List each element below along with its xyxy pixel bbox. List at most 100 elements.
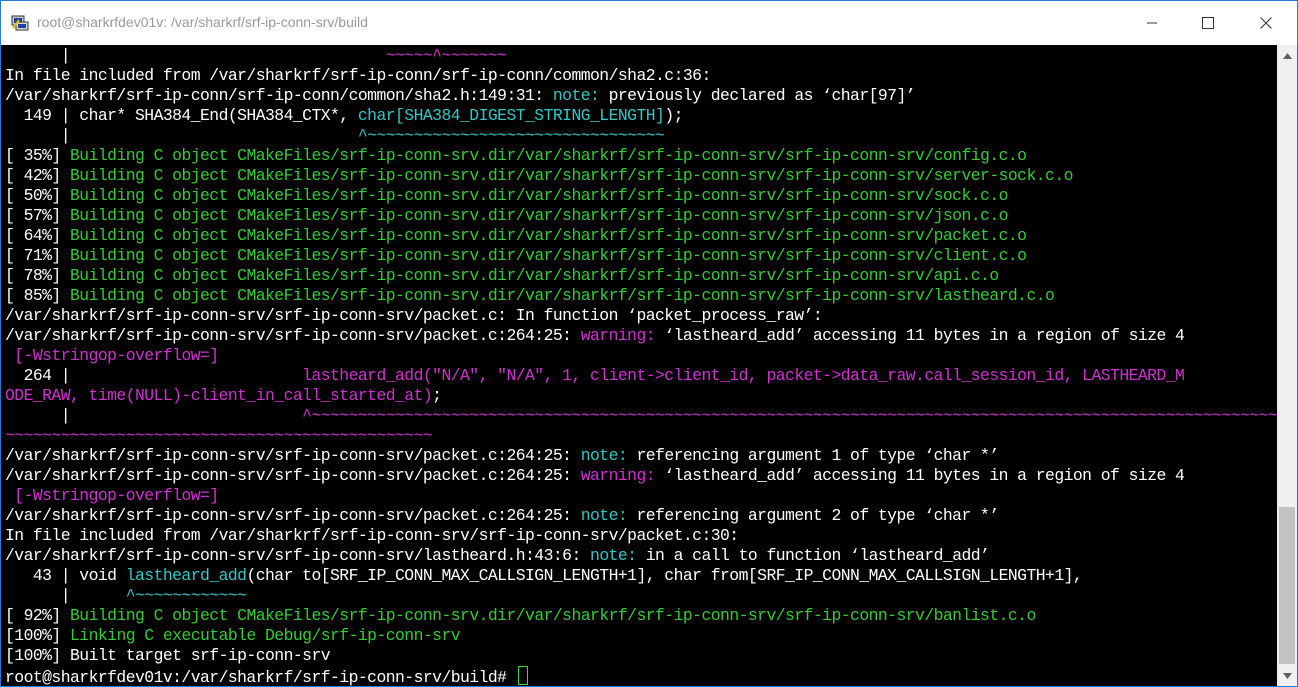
terminal-line: | ^~~~~~~~~~~~~: [5, 586, 1277, 606]
maximize-button[interactable]: [1179, 1, 1237, 45]
maximize-icon: [1202, 17, 1214, 29]
terminal-text: ‘lastheard_add’ accessing 11 bytes in a …: [655, 326, 1185, 345]
terminal-text: [ 85%]: [5, 286, 71, 305]
terminal-text: root@sharkrfdev01v:/var/sharkrf/srf-ip-c…: [5, 668, 516, 686]
terminal-text: note:: [552, 86, 600, 105]
terminal-text: [ 35%]: [5, 146, 71, 165]
terminal-text: lastheard_add: [125, 566, 247, 585]
terminal-text: previously declared as ‘char[97]’: [599, 86, 916, 105]
terminal-text: [ 71%]: [5, 246, 71, 265]
terminal-text: warning:: [580, 326, 656, 345]
terminal-text: /var/sharkrf/srf-ip-conn-srv/srf-ip-conn…: [5, 326, 581, 345]
terminal-text: [-Wstringop-overflow=]: [14, 486, 219, 505]
terminal-text: ^~~~~~~~~~~~~~~~~~~~~~~~~~~~~~~~~~~~~~~~…: [302, 406, 1277, 425]
terminal-line: | ~~~~~^~~~~~~~: [5, 46, 1277, 66]
terminal-text: char[SHA384_DIGEST_STRING_LENGTH]: [357, 106, 665, 125]
terminal-line: [ 50%] Building C object CMakeFiles/srf-…: [5, 186, 1277, 206]
scroll-up-arrow-icon[interactable]: [1277, 47, 1297, 64]
terminal-line: [-Wstringop-overflow=]: [5, 346, 1277, 366]
terminal-line: [ 64%] Building C object CMakeFiles/srf-…: [5, 226, 1277, 246]
vertical-scrollbar[interactable]: [1277, 45, 1297, 686]
terminal-text: |: [5, 46, 386, 65]
terminal-text: [ 78%]: [5, 266, 71, 285]
terminal-line: [100%] Linking C executable Debug/srf-ip…: [5, 626, 1277, 646]
terminal-text: Building C object CMakeFiles/srf-ip-conn…: [70, 226, 1027, 245]
terminal-text: |: [5, 406, 303, 425]
terminal-text: In file included from /var/sharkrf/srf-i…: [5, 66, 711, 85]
minimize-button[interactable]: [1123, 1, 1181, 45]
terminal-line: ~~~~~~~~~~~~~~~~~~~~~~~~~~~~~~~~~~~~~~~~…: [5, 426, 1277, 446]
terminal-text: /var/sharkrf/srf-ip-conn-srv/srf-ip-conn…: [5, 506, 581, 525]
terminal-line: /var/sharkrf/srf-ip-conn/srf-ip-conn/com…: [5, 86, 1277, 106]
putty-icon[interactable]: [11, 15, 29, 31]
terminal-line: [ 42%] Building C object CMakeFiles/srf-…: [5, 166, 1277, 186]
terminal-text: [ 57%]: [5, 206, 71, 225]
scroll-down-arrow-icon[interactable]: [1277, 667, 1297, 684]
terminal-text: Building C object CMakeFiles/srf-ip-conn…: [70, 166, 1073, 185]
terminal-text: ODE_RAW, time(NULL)-client_in_call_start…: [5, 386, 433, 405]
terminal-line: [ 78%] Building C object CMakeFiles/srf-…: [5, 266, 1277, 286]
terminal-text: ;: [432, 386, 442, 405]
terminal-line: ODE_RAW, time(NULL)-client_in_call_start…: [5, 386, 1277, 406]
terminal-text: Linking C executable Debug/srf-ip-conn-s…: [70, 626, 461, 645]
terminal-line: [-Wstringop-overflow=]: [5, 486, 1277, 506]
window-title: root@sharkrfdev01v: /var/sharkrf/srf-ip-…: [37, 14, 368, 30]
terminal-line: /var/sharkrf/srf-ip-conn-srv/srf-ip-conn…: [5, 326, 1277, 346]
minimize-icon: [1147, 22, 1157, 24]
terminal-line: /var/sharkrf/srf-ip-conn-srv/srf-ip-conn…: [5, 306, 1277, 326]
terminal-text: Building C object CMakeFiles/srf-ip-conn…: [70, 266, 999, 285]
terminal-window: root@sharkrfdev01v: /var/sharkrf/srf-ip-…: [0, 0, 1298, 687]
terminal-text: 149 | char* SHA384_End(SHA384_CTX*,: [5, 106, 358, 125]
terminal-line: /var/sharkrf/srf-ip-conn-srv/srf-ip-conn…: [5, 506, 1277, 526]
terminal-text: [100%] Built target srf-ip-conn-srv: [5, 646, 331, 665]
terminal-line: [ 92%] Building C object CMakeFiles/srf-…: [5, 606, 1277, 626]
terminal-output[interactable]: | ~~~~~^~~~~~~~ In file included from /va…: [1, 45, 1277, 686]
terminal-cursor: [517, 666, 528, 685]
close-button[interactable]: [1237, 1, 1295, 45]
terminal-text: |: [5, 586, 126, 605]
terminal-line: [ 85%] Building C object CMakeFiles/srf-…: [5, 286, 1277, 306]
terminal-text: Building C object CMakeFiles/srf-ip-conn…: [70, 606, 1036, 625]
terminal-text: [ 64%]: [5, 226, 71, 245]
terminal-text: [ 92%]: [5, 606, 71, 625]
terminal-text: /var/sharkrf/srf-ip-conn-srv/srf-ip-conn…: [5, 306, 823, 325]
terminal-text: 43 | void: [5, 566, 126, 585]
terminal-text: [ 42%]: [5, 166, 71, 185]
terminal-line: /var/sharkrf/srf-ip-conn-srv/srf-ip-conn…: [5, 466, 1277, 486]
terminal-text: note:: [580, 506, 628, 525]
terminal-text: [-Wstringop-overflow=]: [14, 346, 219, 365]
terminal-line: [ 35%] Building C object CMakeFiles/srf-…: [5, 146, 1277, 166]
terminal-text: Building C object CMakeFiles/srf-ip-conn…: [70, 186, 1008, 205]
terminal-text: In file included from /var/sharkrf/srf-i…: [5, 526, 739, 545]
terminal-text: ~~~~~~~~~~~~~~~~~~~~~~~~~~~~~~~~~~~~~~~~…: [5, 426, 433, 445]
terminal-text: Building C object CMakeFiles/srf-ip-conn…: [70, 286, 1055, 305]
terminal-line: In file included from /var/sharkrf/srf-i…: [5, 526, 1277, 546]
terminal-text: note:: [590, 546, 637, 565]
terminal-line: [ 57%] Building C object CMakeFiles/srf-…: [5, 206, 1277, 226]
terminal-text: /var/sharkrf/srf-ip-conn-srv/srf-ip-conn…: [5, 446, 581, 465]
terminal-text: /var/sharkrf/srf-ip-conn/srf-ip-conn/com…: [5, 86, 553, 105]
title-bar[interactable]: root@sharkrfdev01v: /var/sharkrf/srf-ip-…: [1, 1, 1297, 45]
scrollbar-thumb[interactable]: [1279, 507, 1295, 664]
terminal-text: Building C object CMakeFiles/srf-ip-conn…: [70, 246, 1027, 265]
terminal-text: ~~~~~^~~~~~~~: [385, 46, 507, 65]
terminal-line: [100%] Built target srf-ip-conn-srv: [5, 646, 1277, 666]
terminal-line: root@sharkrfdev01v:/var/sharkrf/srf-ip-c…: [5, 666, 1277, 686]
terminal-line: /var/sharkrf/srf-ip-conn-srv/srf-ip-conn…: [5, 546, 1277, 566]
terminal-text: in a call to function ‘lastheard_add’: [636, 546, 990, 565]
terminal-text: ^~~~~~~~~~~~~: [125, 586, 247, 605]
terminal-text: |: [5, 126, 358, 145]
terminal-text: ^~~~~~~~~~~~~~~~~~~~~~~~~~~~~~~~~: [357, 126, 665, 145]
terminal-text: 264 |: [5, 366, 303, 385]
terminal-line: /var/sharkrf/srf-ip-conn-srv/srf-ip-conn…: [5, 446, 1277, 466]
terminal-text: referencing argument 1 of type ‘char *’: [627, 446, 999, 465]
terminal-line: 149 | char* SHA384_End(SHA384_CTX*, char…: [5, 106, 1277, 126]
terminal-text: ‘lastheard_add’ accessing 11 bytes in a …: [655, 466, 1185, 485]
terminal-text: note:: [580, 446, 628, 465]
terminal-lines: | ~~~~~^~~~~~~~ In file included from /va…: [5, 46, 1277, 686]
terminal-text: (char to[SRF_IP_CONN_MAX_CALLSIGN_LENGTH…: [246, 566, 1083, 585]
terminal-line: | ^~~~~~~~~~~~~~~~~~~~~~~~~~~~~~~~~: [5, 126, 1277, 146]
terminal-line: [ 71%] Building C object CMakeFiles/srf-…: [5, 246, 1277, 266]
